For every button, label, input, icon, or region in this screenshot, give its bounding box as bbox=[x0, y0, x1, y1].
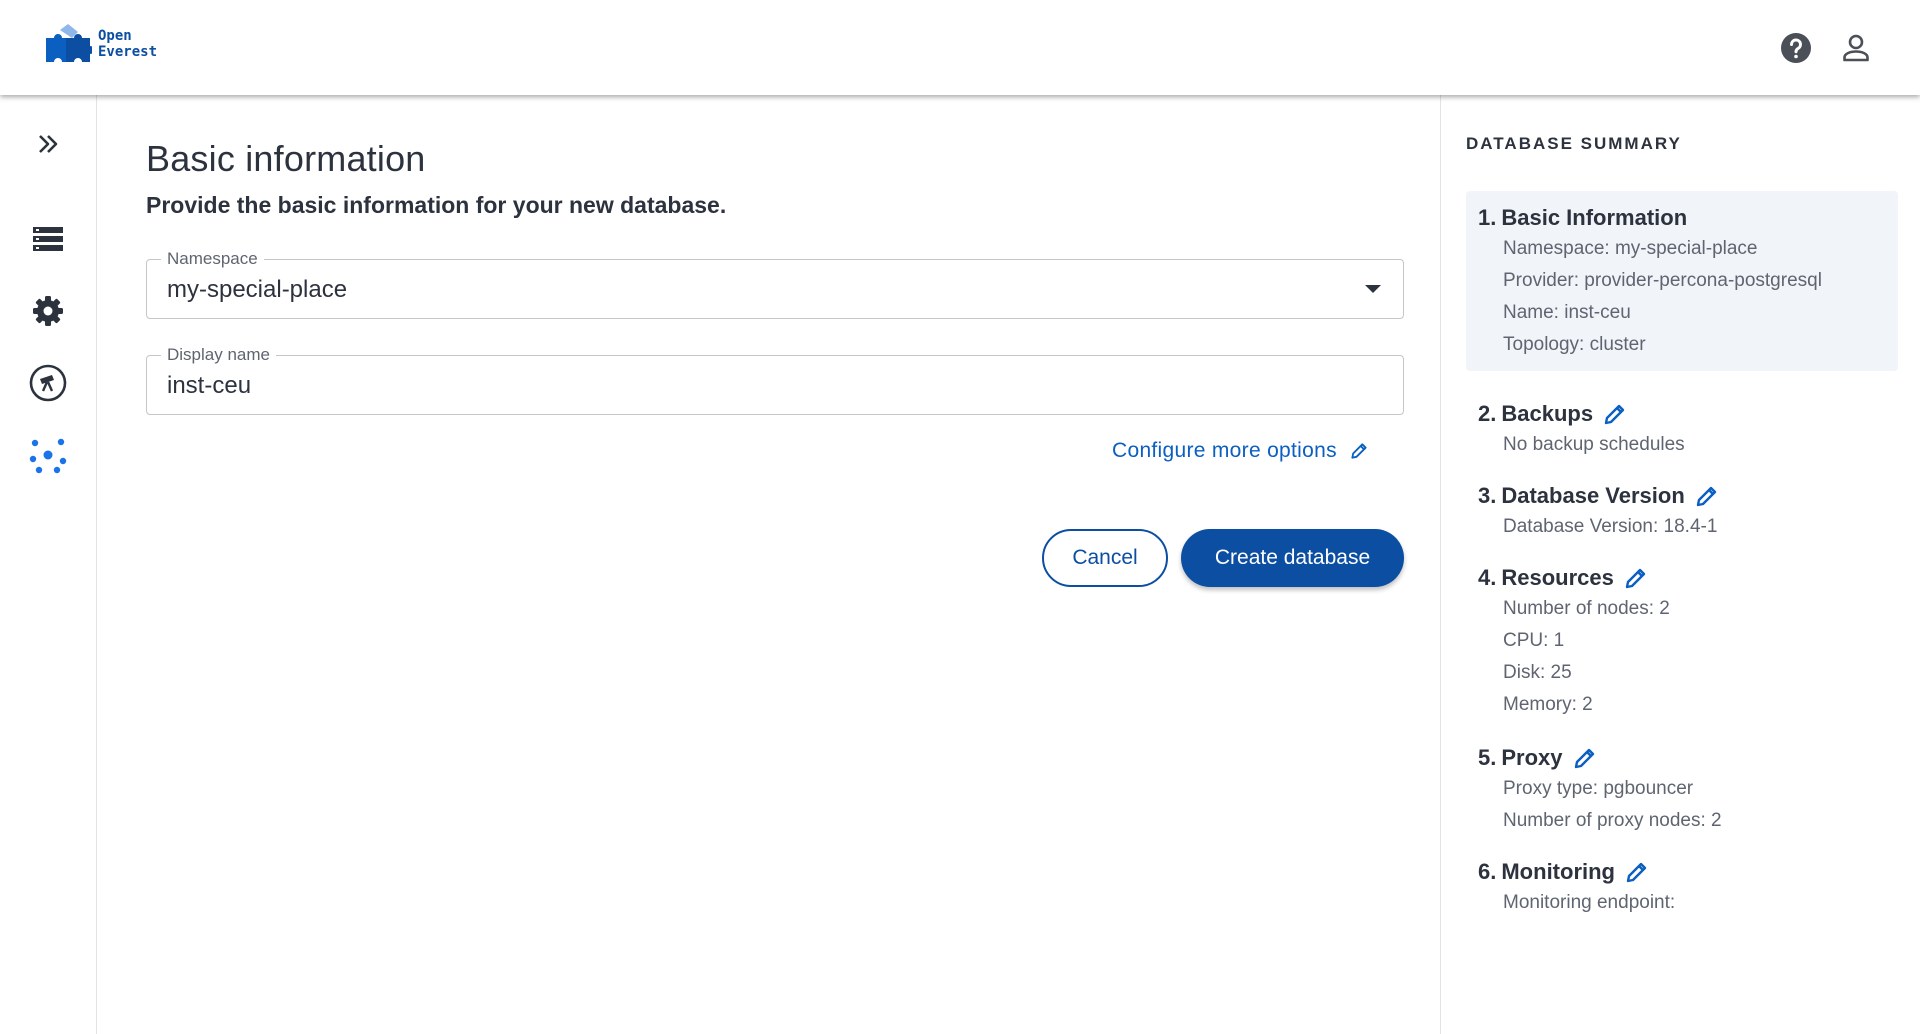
header-actions bbox=[1778, 30, 1874, 66]
configure-more-options-label: Configure more options bbox=[1112, 439, 1337, 462]
expand-sidebar-button[interactable] bbox=[26, 122, 70, 166]
summary-row: CPU: 1 bbox=[1503, 630, 1565, 651]
summary-section-resources: 4. Resources Number of nodes: 2 CPU: 1 D… bbox=[1466, 563, 1898, 721]
summary-row: Monitoring endpoint: bbox=[1503, 892, 1676, 913]
section-number: 4. bbox=[1478, 565, 1497, 590]
edit-backups-button[interactable] bbox=[1603, 402, 1627, 426]
edit-proxy-button[interactable] bbox=[1573, 746, 1597, 770]
section-number: 5. bbox=[1478, 745, 1497, 770]
pencil-icon bbox=[1351, 443, 1367, 459]
edit-resources-button[interactable] bbox=[1624, 566, 1648, 590]
logo-text: Open Everest bbox=[98, 28, 157, 60]
display-name-value: inst-ceu bbox=[167, 372, 252, 399]
section-name: Resources bbox=[1501, 565, 1614, 590]
summary-row: Database Version: 18.4-1 bbox=[1503, 516, 1718, 537]
cancel-button[interactable]: Cancel bbox=[1042, 529, 1168, 587]
help-circle-icon bbox=[1781, 33, 1811, 63]
section-name: Database Version bbox=[1501, 483, 1685, 508]
summary-row: Number of proxy nodes: 2 bbox=[1503, 810, 1722, 831]
edit-monitoring-button[interactable] bbox=[1625, 860, 1649, 884]
summary-row: Provider: provider-percona-postgresql bbox=[1503, 270, 1822, 291]
open-everest-logo[interactable]: Open Everest bbox=[40, 24, 157, 64]
section-name: Proxy bbox=[1501, 745, 1563, 770]
display-name-label: Display name bbox=[161, 345, 276, 365]
puzzle-logo-icon bbox=[46, 24, 92, 62]
summary-row: No backup schedules bbox=[1503, 434, 1685, 455]
main-content: Basic information Provide the basic info… bbox=[97, 95, 1440, 1034]
logo-line1: Open bbox=[98, 28, 132, 44]
summary-section-proxy: 5. Proxy Proxy type: pgbouncer Number of… bbox=[1466, 743, 1898, 837]
pencil-icon bbox=[1696, 486, 1716, 507]
namespace-select[interactable]: Namespace my-special-place bbox=[146, 249, 1404, 319]
summary-section-database-version: 3. Database Version Database Version: 18… bbox=[1466, 481, 1898, 543]
chevrons-right-icon bbox=[39, 135, 58, 153]
help-button[interactable] bbox=[1778, 30, 1814, 66]
database-summary-panel: DATABASE SUMMARY 1. Basic Information Na… bbox=[1440, 95, 1920, 1034]
namespace-label: Namespace bbox=[161, 249, 264, 269]
page-subtitle: Provide the basic information for your n… bbox=[146, 192, 727, 218]
configure-more-options-link[interactable]: Configure more options bbox=[1112, 439, 1369, 463]
dropdown-arrow-icon bbox=[1365, 285, 1381, 293]
section-name: Monitoring bbox=[1501, 859, 1615, 884]
side-nav bbox=[0, 95, 97, 1034]
summary-row: Number of nodes: 2 bbox=[1503, 598, 1670, 619]
account-button[interactable] bbox=[1838, 30, 1874, 66]
edit-database-version-button[interactable] bbox=[1695, 484, 1719, 508]
section-number: 3. bbox=[1478, 483, 1497, 508]
summary-section-basic-information: 1. Basic Information Namespace: my-speci… bbox=[1466, 191, 1898, 371]
summary-row: Memory: 2 bbox=[1503, 694, 1593, 715]
section-name: Backups bbox=[1501, 401, 1594, 426]
sidebar-item-observability[interactable] bbox=[26, 361, 70, 405]
logo-line2: Everest bbox=[98, 44, 158, 60]
pencil-icon bbox=[1626, 862, 1647, 883]
summary-row: Namespace: my-special-place bbox=[1503, 238, 1758, 259]
summary-title: DATABASE SUMMARY bbox=[1466, 134, 1682, 153]
page-title: Basic information bbox=[146, 138, 426, 179]
pencil-icon bbox=[1604, 404, 1625, 425]
sidebar-item-databases[interactable] bbox=[26, 217, 70, 261]
database-list-icon bbox=[33, 227, 63, 251]
sidebar-item-topology[interactable] bbox=[26, 433, 70, 477]
cluster-nodes-icon bbox=[29, 438, 67, 474]
pencil-icon bbox=[1625, 568, 1646, 589]
summary-row: Proxy type: pgbouncer bbox=[1503, 778, 1694, 799]
user-icon bbox=[1843, 34, 1869, 62]
sidebar-item-settings[interactable] bbox=[26, 289, 70, 333]
display-name-field[interactable]: Display name inst-ceu bbox=[146, 345, 1404, 415]
top-app-bar: Open Everest bbox=[0, 0, 1920, 95]
section-name: Basic Information bbox=[1501, 205, 1688, 230]
section-number: 6. bbox=[1478, 859, 1497, 884]
section-number: 1. bbox=[1478, 205, 1497, 230]
summary-section-backups: 2. Backups No backup schedules bbox=[1466, 399, 1898, 461]
namespace-value: my-special-place bbox=[167, 276, 348, 303]
create-database-button[interactable]: Create database bbox=[1181, 529, 1404, 587]
section-number: 2. bbox=[1478, 401, 1497, 426]
gear-icon bbox=[33, 296, 63, 326]
summary-row: Name: inst-ceu bbox=[1503, 302, 1631, 323]
pencil-icon bbox=[1574, 748, 1594, 769]
summary-section-monitoring: 6. Monitoring Monitoring endpoint: bbox=[1466, 857, 1898, 919]
summary-row: Disk: 25 bbox=[1503, 662, 1572, 683]
telescope-icon bbox=[29, 364, 67, 402]
summary-row: Topology: cluster bbox=[1503, 334, 1646, 355]
